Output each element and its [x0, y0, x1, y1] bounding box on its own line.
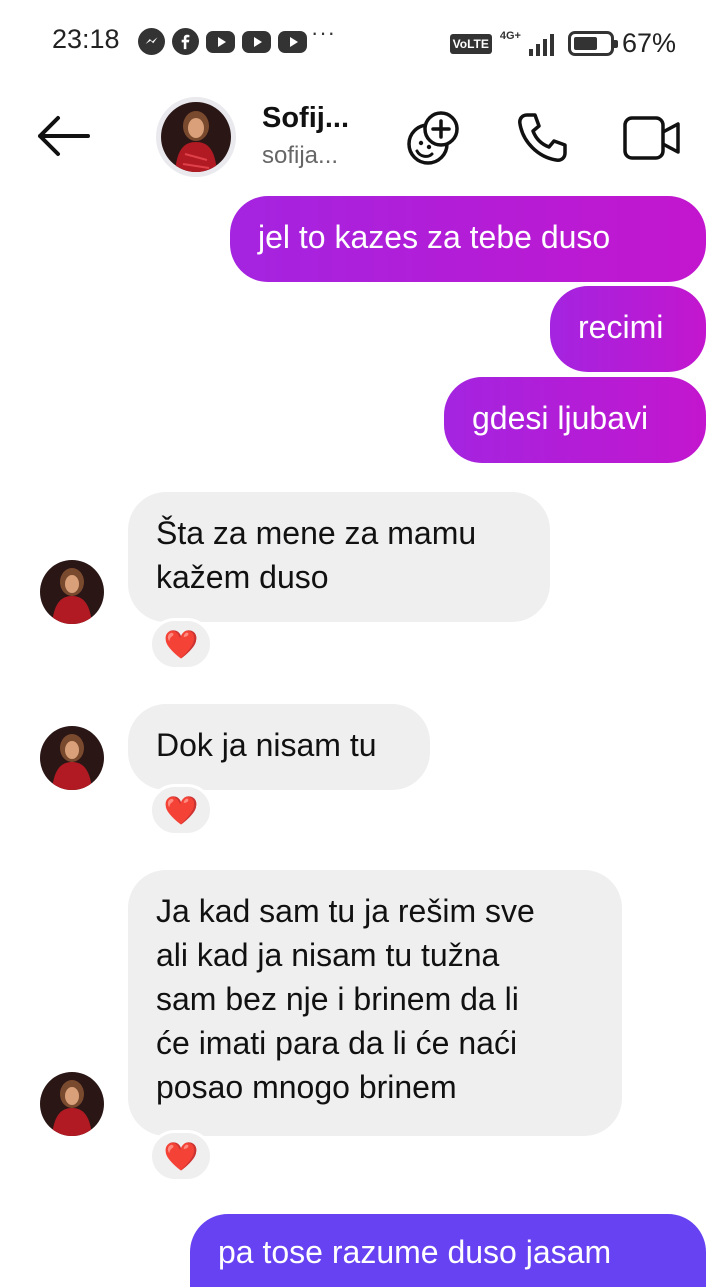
reaction-badge[interactable]: ❤️ — [149, 618, 213, 670]
messenger-icon — [138, 28, 165, 55]
outgoing-message[interactable]: recimi — [550, 286, 706, 372]
heart-reaction-icon: ❤️ — [163, 794, 199, 826]
sender-avatar[interactable] — [40, 560, 104, 624]
message-line: posao mnogo brinem — [156, 1069, 457, 1105]
outgoing-message[interactable]: jel to kazes za tebe duso — [230, 196, 706, 282]
battery-fill — [573, 37, 597, 50]
incoming-message[interactable]: Ja kad sam tu ja rešim sve ali kad ja ni… — [128, 870, 622, 1136]
battery-icon — [567, 31, 618, 56]
reaction-badge[interactable]: ❤️ — [149, 1130, 213, 1182]
facebook-icon — [172, 28, 199, 55]
video-camera-icon — [623, 116, 680, 160]
youtube-icon — [242, 30, 271, 53]
network-type: 4G+ — [499, 29, 521, 42]
outgoing-message[interactable]: gdesi ljubavi — [444, 377, 706, 463]
youtube-icon — [278, 30, 307, 53]
contact-name[interactable]: Sofij... — [262, 102, 349, 135]
status-time: 23:18 — [52, 24, 120, 54]
sender-avatar[interactable] — [40, 1072, 104, 1136]
battery-percent: 67% — [621, 28, 676, 58]
youtube-icon — [206, 30, 235, 53]
reaction-badge[interactable]: ❤️ — [149, 784, 213, 836]
back-arrow-icon — [38, 116, 90, 156]
video-call-button[interactable] — [620, 106, 684, 170]
outgoing-message[interactable]: pa tose razume duso jasam — [190, 1214, 706, 1287]
sender-avatar[interactable] — [40, 726, 104, 790]
system-indicators: VoLTE 4G+ 67% — [449, 28, 676, 59]
message-line: Šta za mene za mamu — [156, 515, 477, 551]
heart-reaction-icon: ❤️ — [163, 628, 199, 660]
contact-avatar[interactable] — [156, 97, 236, 177]
message-line: će imati para da li će naći — [156, 1025, 518, 1061]
signal-icon — [528, 32, 554, 56]
chat-header: Sofij... sofija... — [0, 84, 724, 194]
incoming-message[interactable]: Šta za mene za mamu kažem duso — [128, 492, 550, 622]
add-emoji-button[interactable] — [402, 106, 466, 170]
volte-badge: VoLTE — [449, 33, 492, 54]
heart-reaction-icon: ❤️ — [163, 1140, 199, 1172]
phone-icon — [518, 113, 567, 162]
message-line: sam bez nje i brinem da li — [156, 981, 519, 1017]
more-notifications-icon: ··· — [311, 20, 336, 45]
incoming-message[interactable]: Dok ja nisam tu — [128, 704, 430, 790]
voice-call-button[interactable] — [510, 106, 574, 170]
notification-icons — [138, 28, 307, 55]
back-button[interactable] — [34, 112, 92, 160]
add-emoji-icon — [407, 111, 459, 165]
message-line: ali kad ja nisam tu tužna — [156, 937, 500, 973]
message-line: kažem duso — [156, 559, 329, 595]
status-bar: 23:18 ··· VoLTE 4G+ 67% — [0, 0, 724, 84]
contact-username[interactable]: sofija... — [262, 142, 338, 170]
message-line: Ja kad sam tu ja rešim sve — [156, 893, 535, 929]
